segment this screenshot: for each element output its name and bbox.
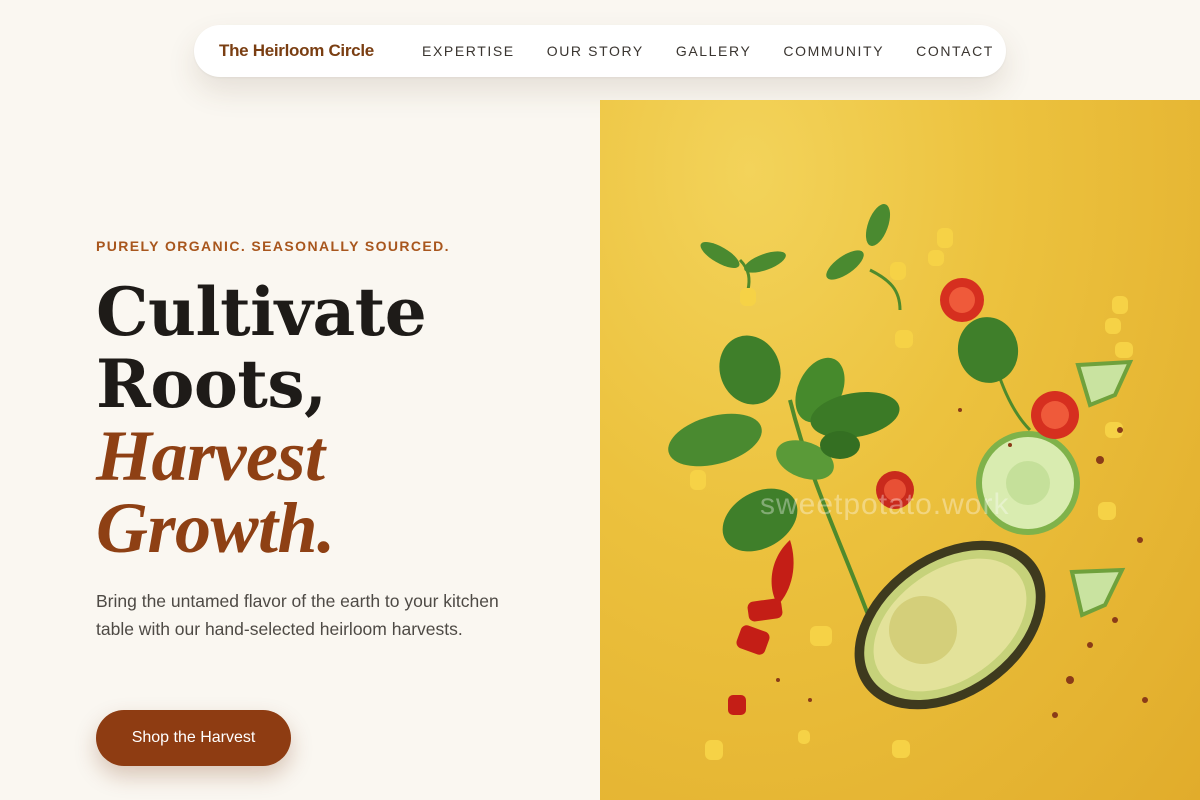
nav-link-gallery[interactable]: GALLERY (676, 43, 752, 59)
shop-harvest-button[interactable]: Shop the Harvest (96, 710, 291, 766)
nav-link-our-story[interactable]: OUR STORY (547, 43, 644, 59)
hero-produce-image: sweetpotato.work (600, 100, 1200, 800)
headline-accent-line-1: Harvest (96, 416, 325, 496)
produce-illustration (668, 204, 1148, 760)
headline-line-1: Cultivate (96, 273, 427, 351)
hero-subtext: Bring the untamed flavor of the earth to… (96, 591, 499, 639)
nav-link-community[interactable]: COMMUNITY (783, 43, 884, 59)
image-watermark: sweetpotato.work (760, 488, 1010, 521)
top-navbar: The Heirloom Circle EXPERTISE OUR STORY … (194, 25, 1006, 77)
nav-link-contact[interactable]: CONTACT (916, 43, 994, 59)
headline-accent-line-2: Growth. (96, 488, 335, 568)
hero-headline: Cultivate Roots, Harvest Growth. (96, 273, 427, 568)
hero-eyebrow: PURELY ORGANIC. SEASONALLY SOURCED. (96, 238, 450, 254)
headline-line-2: Roots, (96, 345, 327, 423)
nav-link-expertise[interactable]: EXPERTISE (422, 43, 515, 59)
brand-logo[interactable]: The Heirloom Circle (219, 41, 422, 61)
nav-links: EXPERTISE OUR STORY GALLERY COMMUNITY CO… (422, 43, 994, 59)
